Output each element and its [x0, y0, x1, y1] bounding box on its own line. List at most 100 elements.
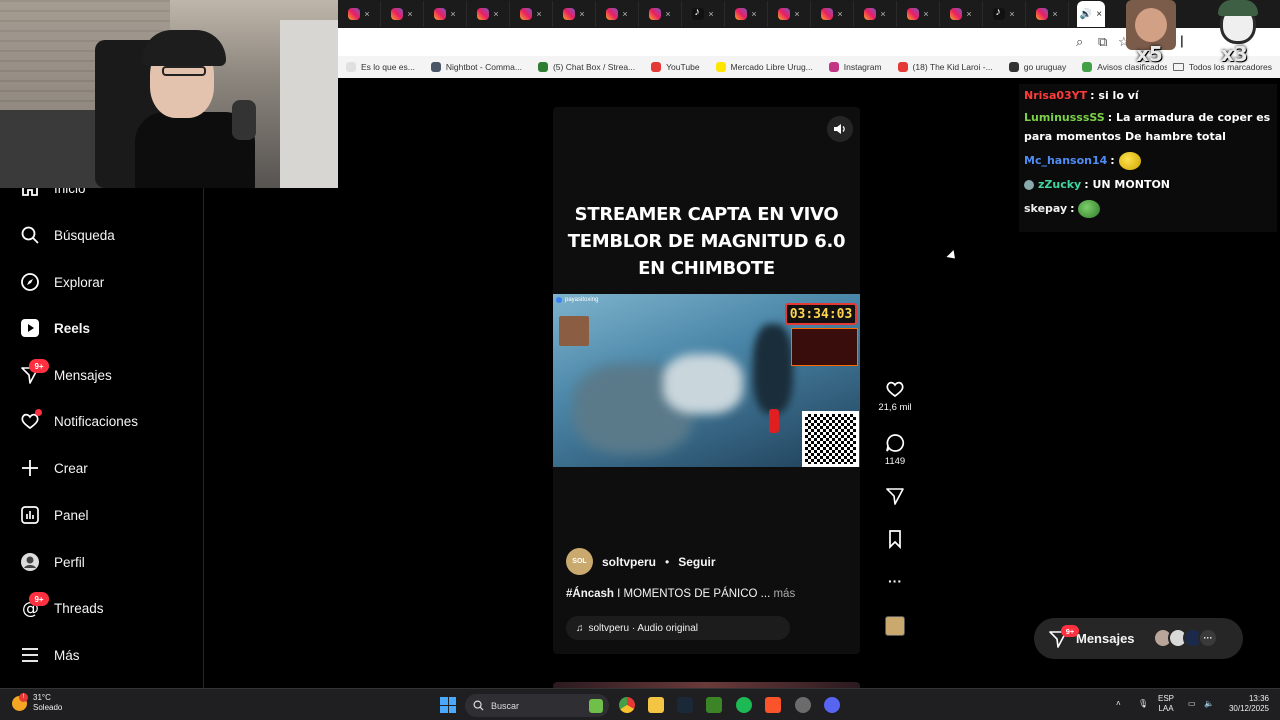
browser-tab[interactable]: × [553, 1, 596, 27]
close-tab-icon[interactable]: × [364, 9, 369, 19]
spotify-icon[interactable] [736, 697, 752, 713]
close-tab-icon[interactable]: × [450, 9, 455, 19]
bookmark-favicon-icon [651, 62, 662, 72]
browser-tab[interactable]: × [811, 1, 854, 27]
volume-icon[interactable]: 🔈 [1204, 699, 1214, 709]
bookmark-item[interactable]: Nightbot - Comma... [423, 62, 530, 72]
like-button[interactable]: 21,6 mil [872, 379, 918, 413]
close-tab-icon[interactable]: × [536, 9, 541, 19]
sidebar-item-perfil[interactable]: Perfil [20, 547, 85, 577]
more-options-button[interactable]: ··· [872, 573, 918, 589]
close-tab-icon[interactable]: × [665, 9, 670, 19]
bookmark-item[interactable]: Es lo que es... [338, 62, 423, 72]
sidebar-item-panel[interactable]: Panel [20, 500, 89, 530]
bookmark-item[interactable]: Mercado Libre Urug... [708, 62, 821, 72]
install-icon[interactable]: ⧉ [1098, 34, 1107, 50]
bookmark-item[interactable]: YouTube [643, 62, 707, 72]
instagram-icon [778, 8, 791, 20]
browser-tab[interactable]: × [1026, 1, 1069, 27]
xbox-icon[interactable] [706, 697, 722, 713]
close-tab-icon[interactable]: × [1096, 9, 1102, 20]
discord-icon[interactable] [824, 697, 840, 713]
comment-button[interactable]: 1149 [872, 433, 918, 467]
weather-temp: 31°C [33, 693, 51, 702]
browser-tab[interactable]: × [682, 1, 725, 27]
browser-tab[interactable]: × [381, 1, 424, 27]
close-tab-icon[interactable]: × [837, 9, 842, 19]
clock[interactable]: 13:36 30/12/2025 [1225, 694, 1269, 714]
microphone-icon[interactable]: 🎙 [1138, 699, 1148, 709]
bookmark-item[interactable]: go uruguay [1001, 62, 1075, 72]
settings-icon[interactable] [795, 697, 811, 713]
close-tab-icon[interactable]: × [493, 9, 498, 19]
browser-tab[interactable]: × [424, 1, 467, 27]
browser-tab[interactable]: × [940, 1, 983, 27]
audio-pill[interactable]: ♫ soltvperu · Audio original [566, 616, 790, 640]
sidebar-item-mas[interactable]: Más [20, 640, 80, 670]
steam-icon[interactable] [677, 697, 693, 713]
close-tab-icon[interactable]: × [579, 9, 584, 19]
zoom-icon[interactable]: ⌕ [1076, 34, 1083, 50]
tray-chevron-icon[interactable]: ˄ [1116, 699, 1121, 709]
bookmark-item[interactable]: (5) Chat Box / Strea... [530, 62, 643, 72]
sidebar-item-reels[interactable]: Reels [20, 313, 90, 343]
close-tab-icon[interactable]: × [880, 9, 885, 19]
close-tab-icon[interactable]: × [966, 9, 971, 19]
reel-video-card[interactable]: STREAMER CAPTA EN VIVO TEMBLOR DE MAGNIT… [553, 107, 860, 654]
close-tab-icon[interactable]: × [407, 9, 412, 19]
chrome-icon[interactable] [619, 697, 635, 713]
share-button[interactable] [872, 486, 918, 506]
all-bookmarks-folder[interactable]: Todos los marcadores [1166, 56, 1272, 78]
taskbar-search[interactable]: Buscar [465, 694, 609, 717]
caption-more-link[interactable]: más [770, 588, 795, 600]
bookmark-item[interactable]: (18) The Kid Laroi -... [890, 62, 1001, 72]
messages-floating-button[interactable]: 9+ Mensajes ··· [1034, 618, 1243, 659]
browser-tab[interactable]: × [467, 1, 510, 27]
browser-tab[interactable]: × [768, 1, 811, 27]
caption-hashtag[interactable]: #Áncash [566, 588, 614, 600]
bookmark-item[interactable]: Instagram [821, 62, 890, 72]
follow-button[interactable]: Seguir [678, 555, 715, 569]
language-indicator[interactable]: ESP LAA [1158, 694, 1174, 714]
file-explorer-icon[interactable] [648, 697, 664, 713]
browser-tab[interactable]: × [983, 1, 1026, 27]
browser-tab[interactable]: × [639, 1, 682, 27]
sidebar-item-crear[interactable]: Crear [20, 453, 88, 483]
sidebar-item-busqueda[interactable]: Búsqueda [20, 220, 115, 250]
browser-tab[interactable]: × [596, 1, 639, 27]
plus-icon [20, 458, 40, 478]
browser-tab[interactable]: × [897, 1, 940, 27]
bookmark-label: (5) Chat Box / Strea... [552, 62, 636, 72]
mute-button[interactable] [827, 116, 853, 142]
weather-widget[interactable]: ! 31°C Soleado [12, 692, 62, 713]
close-tab-icon[interactable]: × [794, 9, 799, 19]
sidebar-item-explorar[interactable]: Explorar [20, 267, 104, 297]
browser-tab[interactable]: × [725, 1, 768, 27]
network-icon[interactable]: ▭ [1188, 699, 1196, 709]
account-avatar[interactable]: SOL [566, 548, 593, 575]
account-name[interactable]: soltvperu [602, 555, 656, 569]
reel-video-frame[interactable]: payasitoxing 03:34:03 [553, 294, 860, 467]
sidebar-divider-icon[interactable]: | [1180, 33, 1184, 48]
sidebar-item-threads[interactable]: @ 9+ Threads [20, 592, 104, 623]
windows-start-icon[interactable] [440, 697, 456, 713]
close-tab-icon[interactable]: × [708, 9, 713, 19]
audio-thumbnail[interactable] [885, 616, 905, 636]
sidebar-label-crear: Crear [54, 460, 88, 476]
browser-tab[interactable]: × [338, 1, 381, 27]
comment-icon [886, 434, 905, 452]
close-tab-icon[interactable]: × [1052, 9, 1057, 19]
close-tab-icon[interactable]: × [1009, 9, 1014, 19]
streamer-webcam [0, 0, 338, 188]
active-browser-tab[interactable]: 🔊 × [1077, 1, 1105, 27]
browser-tab[interactable]: × [510, 1, 553, 27]
sidebar-item-notificaciones[interactable]: Notificaciones [20, 406, 138, 436]
close-tab-icon[interactable]: × [751, 9, 756, 19]
browser-tab[interactable]: × [854, 1, 897, 27]
sidebar-item-mensajes[interactable]: 9+ Mensajes [20, 359, 112, 390]
mensajes-badge: 9+ [29, 359, 49, 373]
brave-icon[interactable] [765, 697, 781, 713]
close-tab-icon[interactable]: × [923, 9, 928, 19]
save-button[interactable] [872, 529, 918, 549]
close-tab-icon[interactable]: × [622, 9, 627, 19]
